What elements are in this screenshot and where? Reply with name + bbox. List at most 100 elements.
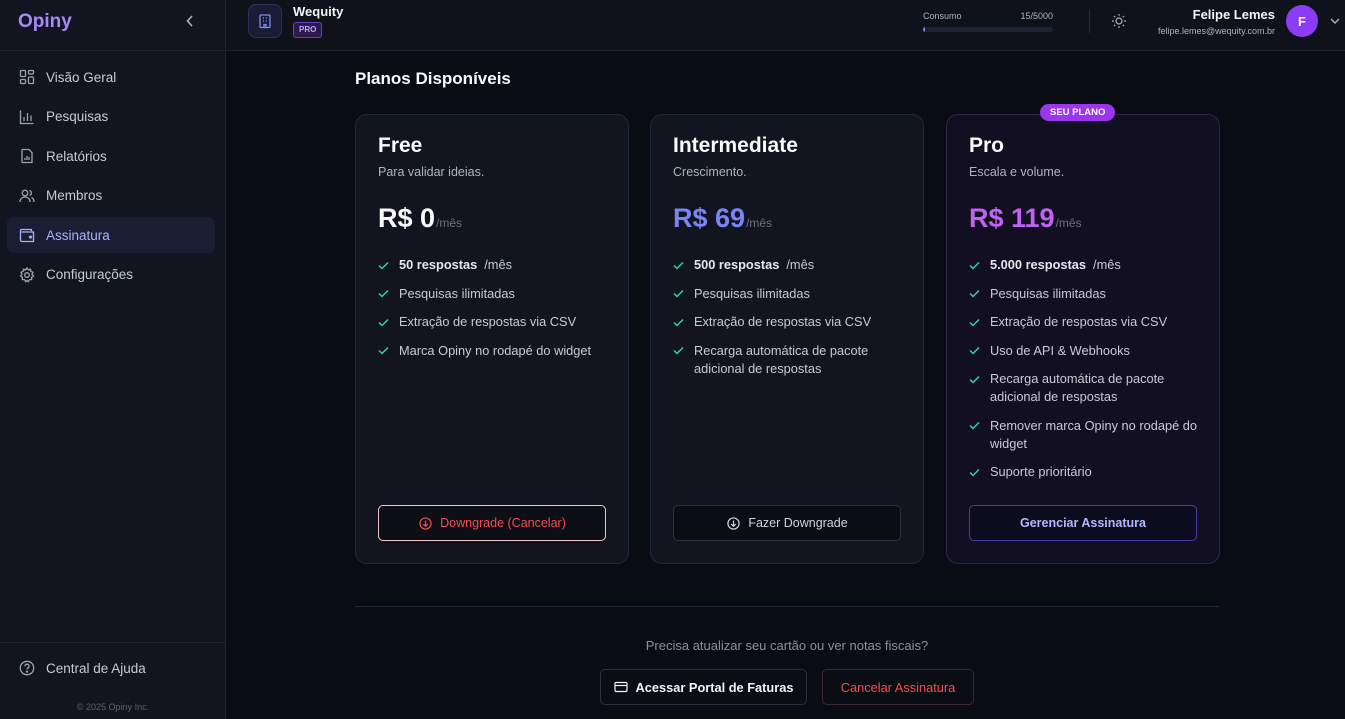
feature-item: Marca Opiny no rodapé do widget — [378, 342, 612, 360]
plan-name: Intermediate — [673, 134, 798, 157]
check-icon — [378, 313, 392, 331]
user-menu-button[interactable] — [1330, 14, 1340, 28]
cancel-subscription-button[interactable]: Cancelar Assinatura — [822, 669, 974, 705]
feature-text: Remover marca Opiny no rodapé do widget — [990, 417, 1197, 451]
top-header: Wequity PRO Consumo 15/5000 Felipe Lemes… — [226, 0, 1345, 51]
feature-suffix: /mês — [1093, 257, 1121, 272]
sidebar-item-label: Pesquisas — [46, 109, 109, 125]
help-label: Central de Ajuda — [46, 660, 146, 676]
feature-item: Extração de respostas via CSV — [378, 313, 612, 331]
arrow-down-circle-icon — [726, 516, 740, 530]
usage-progress-bar — [923, 27, 1053, 32]
price-value: R$ 69 — [673, 203, 746, 233]
sidebar-item-label: Visão Geral — [46, 69, 117, 85]
check-icon — [969, 256, 983, 274]
feature-item: 500 respostas/mês — [673, 256, 907, 274]
feature-item: Extração de respostas via CSV — [969, 313, 1203, 331]
feature-highlight: 5.000 respostas — [990, 257, 1087, 272]
feature-item: Recarga automática de pacote adicional d… — [969, 370, 1203, 406]
feature-item: Remover marca Opiny no rodapé do widget — [969, 417, 1203, 453]
price-unit: /mês — [436, 216, 463, 230]
check-icon — [969, 463, 983, 481]
check-icon — [969, 313, 983, 331]
check-icon — [673, 256, 687, 274]
feature-text: Suporte prioritário — [990, 464, 1092, 479]
check-icon — [969, 285, 983, 303]
sidebar-item-assinatura[interactable]: Assinatura — [7, 217, 215, 254]
manage-subscription-button[interactable]: Gerenciar Assinatura — [969, 505, 1197, 541]
sidebar-item-label: Relatórios — [46, 148, 107, 164]
usage-label: Consumo — [923, 11, 962, 21]
feature-list: 5.000 respostas/mês Pesquisas ilimitadas E… — [969, 256, 1203, 492]
help-circle-icon — [18, 659, 36, 677]
page-title: Planos Disponíveis — [355, 69, 511, 88]
button-label: Fazer Downgrade — [748, 516, 848, 530]
button-label: Gerenciar Assinatura — [1020, 516, 1146, 530]
price-value: R$ 119 — [969, 203, 1055, 233]
plan-badge: PRO — [293, 22, 323, 38]
downgrade-cancel-button[interactable]: Downgrade (Cancelar) — [378, 505, 606, 541]
sidebar-item-configuracoes[interactable]: Configurações — [7, 257, 215, 293]
billing-portal-button[interactable]: Acessar Portal de Faturas — [600, 669, 807, 705]
plan-price: R$ 119 /mês — [969, 203, 1082, 234]
theme-toggle-button[interactable] — [1110, 12, 1128, 30]
chevron-down-icon — [1330, 18, 1340, 24]
sidebar-item-label: Membros — [46, 188, 103, 204]
check-icon — [969, 417, 983, 435]
feature-text: 50 respostas/mês — [399, 256, 512, 274]
feature-highlight: 50 respostas — [399, 257, 478, 272]
check-icon — [673, 285, 687, 303]
help-center-link[interactable]: Central de Ajuda — [18, 659, 146, 677]
users-icon — [18, 187, 36, 205]
feature-item: 5.000 respostas/mês — [969, 256, 1203, 274]
feature-text: Extração de respostas via CSV — [399, 314, 577, 329]
button-label: Downgrade (Cancelar) — [440, 516, 566, 530]
plan-name: Pro — [969, 134, 1005, 157]
arrow-down-circle-icon — [418, 516, 432, 530]
feature-item: Recarga automática de pacote adicional d… — [673, 342, 907, 378]
sidebar-divider — [0, 50, 226, 51]
billing-prompt: Precisa atualizar seu cartão ou ver nota… — [645, 638, 929, 653]
plan-name: Free — [378, 134, 423, 157]
collapse-sidebar-button[interactable] — [183, 12, 197, 30]
avatar[interactable]: F — [1286, 5, 1318, 37]
gear-icon — [18, 266, 36, 284]
bar-chart-icon — [18, 108, 36, 126]
feature-text: Extração de respostas via CSV — [694, 314, 872, 329]
plan-description: Escala e volume. — [969, 165, 1065, 179]
report-icon — [18, 147, 36, 165]
feature-text: Marca Opiny no rodapé do widget — [399, 342, 592, 358]
feature-item: Pesquisas ilimitadas — [969, 285, 1203, 303]
sidebar-item-label: Configurações — [46, 267, 134, 283]
check-icon — [969, 342, 983, 360]
feature-suffix: /mês — [484, 257, 512, 272]
sidebar-item-membros[interactable]: Membros — [7, 178, 215, 214]
chevron-left-icon — [186, 15, 193, 27]
feature-text: 500 respostas/mês — [694, 256, 814, 274]
sidebar-item-visao-geral[interactable]: Visão Geral — [7, 59, 215, 95]
feature-text: Pesquisas ilimitadas — [990, 285, 1106, 301]
feature-text: 5.000 respostas/mês — [990, 256, 1121, 274]
feature-text: Uso de API & Webhooks — [990, 342, 1130, 358]
feature-text: Pesquisas ilimitadas — [694, 285, 810, 301]
sun-icon — [1112, 14, 1126, 28]
check-icon — [378, 342, 392, 360]
header-separator — [1089, 9, 1090, 33]
feature-item: Uso de API & Webhooks — [969, 342, 1203, 360]
plan-card-intermediate: Intermediate Crescimento. R$ 69 /mês 500… — [650, 114, 924, 564]
sidebar-nav: Visão Geral Pesquisas Relatórios Membros… — [7, 59, 215, 297]
user-email: felipe.lemes@wequity.com.br — [1157, 26, 1275, 36]
downgrade-button[interactable]: Fazer Downgrade — [673, 505, 901, 541]
button-label: Acessar Portal de Faturas — [635, 679, 794, 695]
sidebar-item-pesquisas[interactable]: Pesquisas — [7, 99, 215, 135]
feature-text: Recarga automática de pacote adicional d… — [990, 371, 1165, 404]
usage-count: 15/5000 — [1020, 11, 1053, 21]
org-switcher[interactable] — [248, 4, 282, 38]
brand-logo[interactable]: Opiny — [18, 11, 72, 33]
feature-suffix: /mês — [786, 257, 815, 272]
check-icon — [378, 256, 392, 274]
sidebar-item-relatorios[interactable]: Relatórios — [7, 138, 215, 174]
credit-card-icon — [613, 680, 628, 694]
sidebar-item-label: Assinatura — [46, 227, 110, 243]
price-unit: /mês — [1055, 216, 1082, 230]
